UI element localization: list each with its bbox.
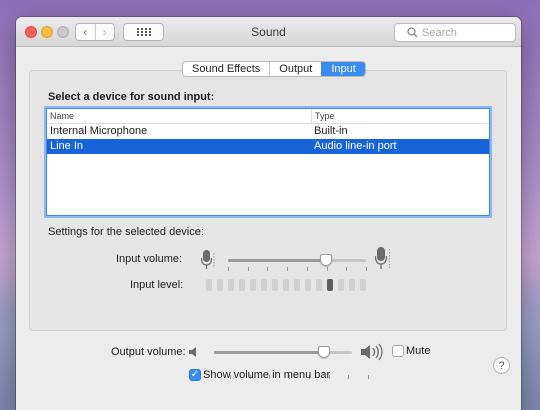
table-row-internal-microphone[interactable]: Internal Microphone Built-in — [47, 124, 489, 139]
settings-label: Settings for the selected device: — [48, 226, 204, 238]
sound-tab-bar: Sound Effects Output Input — [182, 61, 366, 77]
output-volume-label: Output volume: — [111, 346, 186, 358]
table-row-line-in[interactable]: Line In Audio line-in port — [47, 139, 489, 154]
column-header-type[interactable]: Type — [311, 109, 335, 123]
help-button[interactable]: ? — [493, 357, 510, 374]
input-device-table[interactable]: Name Type Internal Microphone Built-in L… — [46, 108, 490, 216]
tab-output[interactable]: Output — [269, 62, 321, 76]
level-meter-cell — [360, 279, 366, 291]
level-meter-cell — [250, 279, 256, 291]
output-volume-knob[interactable] — [318, 346, 330, 358]
slider-tick — [267, 267, 268, 271]
show-volume-label: Show volume in menu bar — [203, 369, 331, 381]
level-meter-cell — [316, 279, 322, 291]
device-type: Built-in — [314, 125, 348, 137]
input-level-label: Input level: — [130, 279, 184, 291]
mute-label: Mute — [406, 345, 431, 357]
level-meter-cell — [272, 279, 278, 291]
input-volume-slider[interactable] — [228, 254, 366, 266]
input-volume-fill — [228, 259, 326, 262]
slider-tick — [228, 267, 229, 271]
level-meter-cell — [217, 279, 223, 291]
search-input[interactable] — [422, 26, 512, 39]
slider-tick — [366, 267, 367, 271]
level-meter-cell — [239, 279, 245, 291]
slider-tick — [307, 267, 308, 271]
level-meter-cell — [294, 279, 300, 291]
slider-tick — [368, 375, 369, 379]
search-field[interactable] — [394, 23, 516, 42]
microphone-high-icon — [374, 247, 390, 269]
level-meter-cell — [261, 279, 267, 291]
level-meter-cell — [206, 279, 212, 291]
slider-tick — [348, 375, 349, 379]
microphone-low-icon — [200, 250, 215, 269]
speaker-high-icon — [361, 343, 383, 361]
tab-input[interactable]: Input — [321, 62, 365, 76]
tab-sound-effects[interactable]: Sound Effects — [183, 62, 269, 76]
column-header-name[interactable]: Name — [47, 109, 311, 123]
title-bar: ‹ › Sound — [16, 17, 521, 47]
input-volume-knob[interactable] — [320, 254, 332, 266]
show-volume-checkbox[interactable]: ✓ — [189, 369, 201, 381]
level-meter-cell — [327, 279, 333, 291]
table-header: Name Type — [47, 109, 489, 124]
search-icon — [407, 27, 418, 38]
level-meter-cell — [283, 279, 289, 291]
input-settings-panel: Select a device for sound input: Name Ty… — [29, 70, 510, 374]
input-volume-label: Input volume: — [116, 253, 183, 265]
device-name: Internal Microphone — [50, 125, 148, 137]
output-volume-fill — [214, 351, 324, 354]
slider-tick — [248, 267, 249, 271]
slider-tick — [346, 267, 347, 271]
slider-tick — [287, 267, 288, 271]
level-meter-cell — [305, 279, 311, 291]
level-meter-cell — [228, 279, 234, 291]
device-name: Line In — [50, 140, 84, 152]
sound-preferences-window: ‹ › Sound Select a device for sound inpu… — [16, 17, 521, 410]
mute-checkbox[interactable] — [392, 345, 404, 357]
level-meter-cell — [338, 279, 344, 291]
input-level-meter — [206, 279, 366, 291]
speaker-low-icon — [189, 347, 196, 357]
device-list-heading: Select a device for sound input: — [48, 91, 215, 103]
output-volume-slider[interactable] — [214, 346, 352, 358]
device-type: Audio line-in port — [314, 140, 397, 152]
level-meter-cell — [349, 279, 355, 291]
slider-tick — [327, 267, 328, 271]
